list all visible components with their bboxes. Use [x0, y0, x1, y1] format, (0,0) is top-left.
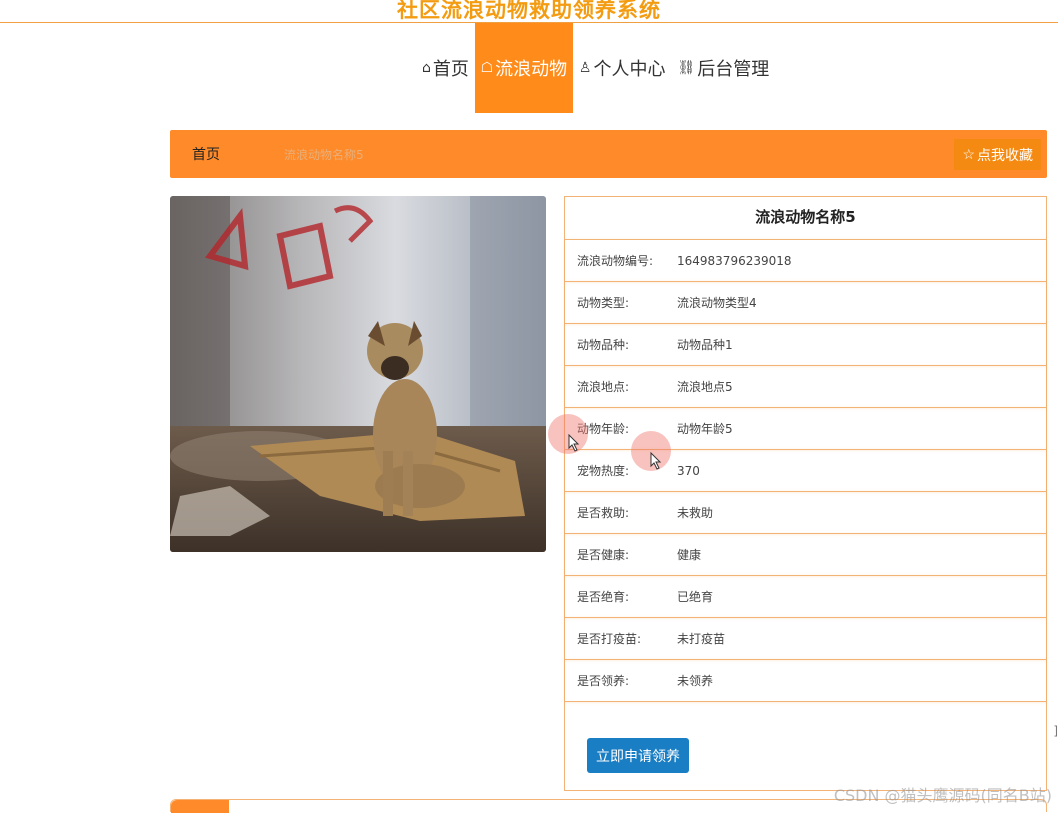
animal-photo: [170, 196, 546, 552]
nav-item-label: 个人中心: [593, 55, 665, 81]
animal-name-heading: 流浪动物名称5: [565, 197, 1046, 239]
mouse-cursor-icon: [650, 452, 662, 470]
detail-value: 动物年龄5: [677, 420, 1046, 437]
detail-value: 未救助: [677, 504, 1046, 521]
apply-adoption-button[interactable]: 立即申请领养: [587, 738, 689, 773]
detail-label: 流浪动物编号:: [565, 252, 677, 269]
nav-item-personal-center[interactable]: ♙ 个人中心: [573, 23, 672, 113]
nav-item-stray-animals[interactable]: ☖ 流浪动物: [475, 23, 573, 113]
user-icon: ♙: [579, 60, 592, 76]
detail-label: 是否领养:: [565, 672, 677, 689]
detail-value: 健康: [677, 546, 1046, 563]
detail-label: 是否绝育:: [565, 588, 677, 605]
link-icon: ⛓: [677, 60, 695, 76]
detail-row: 流浪地点: 流浪地点5: [565, 365, 1046, 407]
detail-value: 164983796239018: [677, 254, 1046, 268]
detail-value: 未领养: [677, 672, 1046, 689]
watermark: CSDN @猫头鹰源码(同名B站): [834, 782, 1052, 806]
detail-value: 动物品种1: [677, 336, 1046, 353]
detail-row: 是否领养: 未领养: [565, 659, 1046, 701]
breadcrumb-current: 流浪动物名称5: [284, 146, 364, 163]
breadcrumb-home-link[interactable]: 首页: [192, 144, 220, 164]
detail-label: 流浪地点:: [565, 378, 677, 395]
detail-value: 流浪地点5: [677, 378, 1046, 395]
detail-row: 流浪动物编号: 164983796239018: [565, 239, 1046, 281]
detail-row: 是否打疫苗: 未打疫苗: [565, 617, 1046, 659]
breadcrumb: 首页 流浪动物名称5 ☆ 点我收藏: [170, 130, 1047, 178]
detail-value: 流浪动物类型4: [677, 294, 1046, 311]
detail-value: 未打疫苗: [677, 630, 1046, 647]
detail-label: 是否救助:: [565, 504, 677, 521]
nav-item-label: 首页: [433, 55, 469, 81]
star-icon: ☆: [962, 146, 975, 163]
site-title: 社区流浪动物救助领养系统: [0, 0, 1058, 24]
favorite-button[interactable]: ☆ 点我收藏: [954, 139, 1041, 170]
animal-detail-panel: 流浪动物名称5 流浪动物编号: 164983796239018 动物类型: 流浪…: [564, 196, 1047, 791]
detail-label: 动物类型:: [565, 294, 677, 311]
nav-item-label: 流浪动物: [495, 55, 567, 81]
detail-row: 是否救助: 未救助: [565, 491, 1046, 533]
detail-value: 已绝育: [677, 588, 1046, 605]
detail-label: 动物品种:: [565, 336, 677, 353]
nav-item-label: 后台管理: [697, 55, 769, 81]
detail-row: 动物类型: 流浪动物类型4: [565, 281, 1046, 323]
detail-label: 是否打疫苗:: [565, 630, 677, 647]
nav-item-home[interactable]: ⌂ 首页: [416, 23, 475, 113]
paw-icon: ☖: [481, 60, 494, 76]
favorite-button-label: 点我收藏: [977, 145, 1033, 165]
mouse-cursor-icon: [568, 434, 580, 452]
nav-item-admin[interactable]: ⛓ 后台管理: [671, 23, 775, 113]
detail-label: 是否健康:: [565, 546, 677, 563]
section-tab: [171, 800, 229, 813]
detail-row: 是否健康: 健康: [565, 533, 1046, 575]
detail-row: 动物品种: 动物品种1: [565, 323, 1046, 365]
scroll-edge-marker: ]: [1053, 724, 1058, 738]
home-icon: ⌂: [422, 60, 431, 76]
detail-actions: 立即申请领养: [565, 701, 1046, 791]
main-nav: ⌂ 首页 ☖ 流浪动物 ♙ 个人中心 ⛓ 后台管理: [416, 23, 775, 113]
detail-row: 是否绝育: 已绝育: [565, 575, 1046, 617]
detail-value: 370: [677, 464, 1046, 478]
